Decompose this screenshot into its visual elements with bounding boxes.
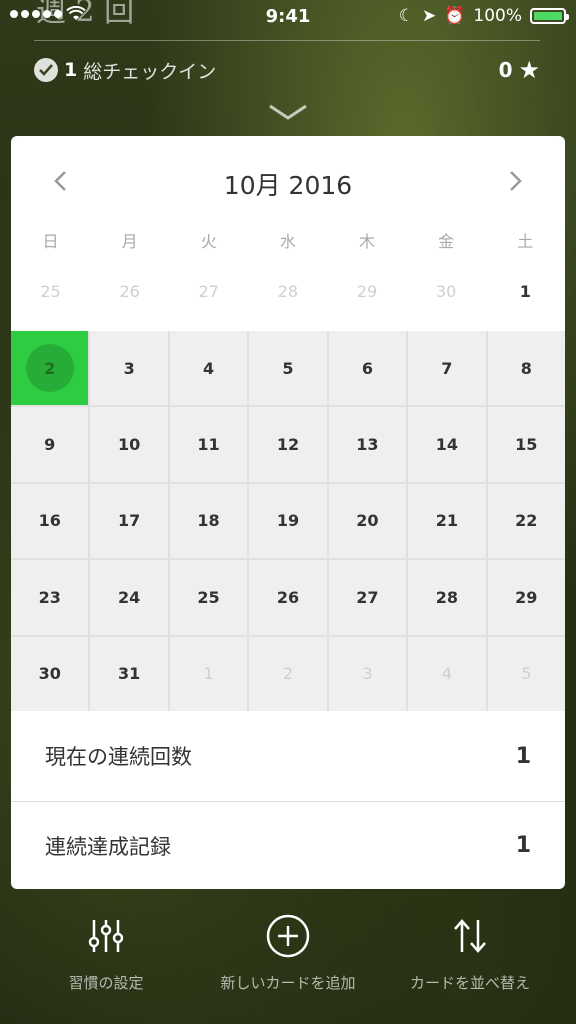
day-cell-outside: 27 [198, 282, 219, 301]
current-streak-label: 現在の連続回数 [45, 745, 192, 769]
star-icon: ★ [518, 56, 540, 84]
chevron-right-icon [510, 171, 522, 191]
location-icon: ➤ [421, 6, 437, 26]
battery-percent: 100% [473, 6, 522, 26]
day-cell[interactable]: 29 [487, 560, 565, 635]
day-cell-outside: 1 [169, 636, 248, 711]
alarm-icon: ⏰ [444, 6, 466, 26]
best-streak-value: 1 [515, 833, 531, 858]
day-cell-outside: 28 [277, 282, 299, 301]
day-cell[interactable]: 6 [328, 331, 407, 406]
day-cell[interactable]: 26 [249, 560, 327, 635]
day-cell[interactable]: 14 [408, 407, 486, 482]
chevron-down-icon[interactable] [268, 102, 308, 122]
day-cell[interactable]: 30 [11, 636, 89, 711]
day-cell[interactable]: 28 [408, 560, 486, 635]
day-cell-outside: 30 [436, 282, 457, 301]
day-cell-outside: 4 [408, 636, 486, 711]
current-streak-row: 現在の連続回数 1 [11, 711, 565, 801]
previous-month-row: 25 26 27 28 29 30 1 [11, 282, 565, 301]
day-cell[interactable]: 8 [487, 331, 565, 406]
weekday-label: 水 [279, 232, 296, 251]
day-number: 2 [44, 358, 56, 378]
sort-cards-button[interactable]: カードを並べ替え [375, 912, 565, 993]
current-streak-value: 1 [515, 743, 531, 769]
calendar-card: 10月 2016 日 月 火 水 木 金 土 25 26 27 28 29 30… [11, 136, 565, 889]
day-cell[interactable]: 24 [90, 560, 168, 635]
month-title: 10月 2016 [223, 171, 353, 200]
summary-row: 1 総チェックイン 0 ★ [34, 56, 540, 84]
checkin-summary: 1 総チェックイン [34, 57, 216, 84]
day-cell[interactable]: 10 [90, 407, 168, 482]
day-cell[interactable]: 22 [487, 483, 565, 559]
best-streak-row: 連続達成記録 1 [11, 802, 565, 889]
weekday-label: 木 [359, 232, 376, 251]
day-cell[interactable]: 31 [90, 636, 168, 711]
plus-circle-icon [264, 912, 312, 960]
day-cell[interactable]: 27 [328, 560, 407, 635]
weekday-header: 日 月 火 水 木 金 土 [11, 228, 565, 252]
checkin-label: 総チェックイン [83, 60, 217, 83]
day-cell[interactable]: 16 [11, 483, 89, 559]
habit-settings-button[interactable]: 習慣の設定 [11, 912, 201, 993]
day-cell[interactable]: 9 [11, 407, 89, 482]
sliders-icon [82, 912, 130, 960]
day-cell[interactable]: 3 [90, 331, 168, 406]
bottom-toolbar: 習慣の設定 新しいカードを追加 カードを並べ替え [0, 912, 576, 1002]
day-cell[interactable]: 7 [408, 331, 486, 406]
day-cell[interactable]: 15 [487, 407, 565, 482]
day-cell[interactable]: 17 [90, 483, 168, 559]
day-cell-outside: 2 [249, 636, 327, 711]
best-streak-label: 連続達成記録 [45, 834, 171, 859]
day-cell-outside: 5 [487, 636, 565, 711]
battery-icon [530, 8, 569, 24]
day-cell[interactable]: 4 [169, 331, 248, 406]
checkin-count: 1 [64, 59, 78, 81]
calendar-grid: 2 3 4 5 6 7 8 9 10 11 12 13 14 15 16 17 … [11, 331, 565, 711]
check-circle-icon [34, 58, 58, 82]
day-cell-today[interactable]: 2 [11, 331, 89, 406]
weekday-label: 月 [121, 232, 138, 251]
day-cell[interactable]: 25 [169, 560, 248, 635]
day-cell[interactable]: 20 [328, 483, 407, 559]
star-count: 0 ★ [499, 58, 540, 82]
day-cell[interactable]: 18 [169, 483, 248, 559]
sort-cards-label: カードを並べ替え [409, 974, 530, 992]
status-bar: 週 2 回 9:41 ☾ ➤ ⏰ 100% [0, 0, 576, 32]
day-cell[interactable]: 13 [328, 407, 407, 482]
star-count-value: 0 [498, 58, 513, 82]
day-cell[interactable]: 11 [169, 407, 248, 482]
day-cell-outside: 25 [40, 282, 61, 301]
weekday-label: 金 [438, 232, 455, 251]
calendar-header: 10月 2016 [11, 136, 565, 226]
weekday-label: 土 [517, 232, 534, 251]
weekday-label: 日 [42, 232, 59, 251]
next-month-button[interactable] [501, 166, 531, 196]
day-cell-outside: 3 [328, 636, 407, 711]
add-card-button[interactable]: 新しいカードを追加 [193, 912, 383, 993]
divider [34, 40, 540, 41]
day-cell[interactable]: 23 [11, 560, 89, 635]
day-cell[interactable]: 21 [408, 483, 486, 559]
day-cell[interactable]: 1 [486, 282, 565, 301]
moon-icon: ☾ [398, 6, 414, 26]
habit-settings-label: 習慣の設定 [68, 974, 144, 992]
day-cell[interactable]: 5 [249, 331, 327, 406]
day-cell[interactable]: 12 [249, 407, 327, 482]
day-cell[interactable]: 19 [249, 483, 327, 559]
weekday-label: 火 [200, 232, 217, 251]
day-cell-outside: 29 [356, 282, 378, 301]
sort-arrows-icon [446, 912, 494, 960]
add-card-label: 新しいカードを追加 [220, 974, 356, 992]
day-cell-outside: 26 [119, 282, 140, 301]
